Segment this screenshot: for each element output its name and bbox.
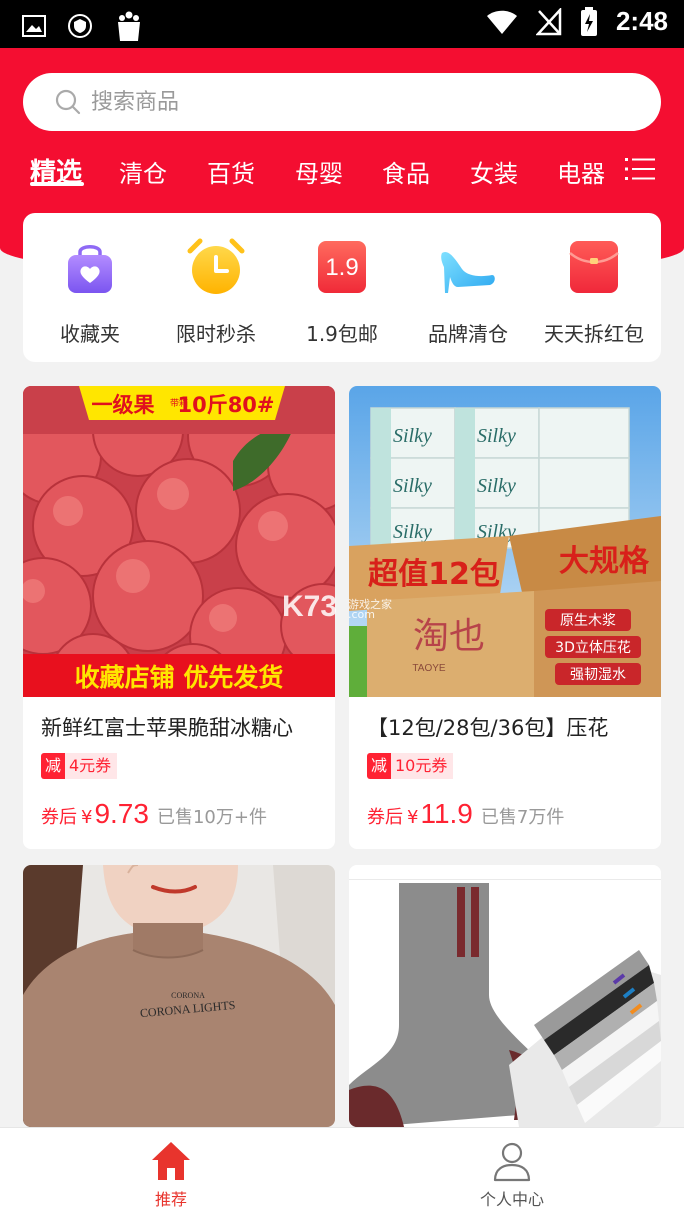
tissue-brand-text: Silky	[393, 475, 432, 497]
menu-icon[interactable]	[625, 156, 655, 182]
nav-recommend[interactable]: 推荐	[111, 1128, 231, 1216]
tissue-feature: 3D立体压花	[555, 640, 631, 656]
price-label: 券后	[41, 807, 77, 828]
bottom-nav: 推荐 个人中心	[0, 1127, 684, 1216]
nav-label: 个人中心	[479, 1190, 544, 1209]
tissue-box-subtext: TAOYE	[412, 663, 445, 674]
coupon-prefix: 减	[41, 753, 65, 779]
category-tabs: 精选 清仓 百货 母婴 食品 女装 电器	[0, 148, 684, 192]
status-bar: 2:48	[0, 0, 684, 48]
coupon-amount: 10元券	[391, 753, 454, 779]
status-time: 2:48	[615, 6, 668, 36]
home-icon	[152, 1142, 190, 1180]
product-image-apples: 一级果 带箱 10斤80# 收藏店铺 优先发货	[23, 386, 335, 697]
shortcut-panel: 收藏夹 限时秒杀 1.9 1.9包邮 品牌清仓 天天拆红包	[23, 213, 661, 362]
price-label: 券后	[367, 807, 403, 828]
shortcut-label: 限时秒杀	[176, 322, 256, 346]
shortcut-red-envelope[interactable]: 天天拆红包	[531, 213, 657, 362]
currency-symbol: ¥	[407, 807, 419, 828]
product-image-tissues: Silky Silky Silky Silky Silky Silky 超值12…	[349, 386, 661, 697]
tab-nvzhuang[interactable]: 女装	[470, 154, 518, 189]
sold-count: 已售7万件	[480, 807, 565, 828]
product-card[interactable]	[349, 865, 661, 1127]
sold-count: 已售10万+件	[156, 807, 267, 828]
tissue-box-text: 淘也	[413, 616, 485, 657]
active-tab-indicator	[30, 182, 84, 186]
coupon-badge: 减 4元券	[41, 753, 118, 779]
tissue-brand-text: Silky	[393, 521, 432, 543]
tab-shipin[interactable]: 食品	[382, 154, 430, 189]
watermark: K73 游戏之家 .com	[282, 590, 392, 624]
shortcut-label: 天天拆红包	[544, 322, 644, 346]
watermark-text: K73	[282, 590, 338, 623]
shortcut-free-shipping[interactable]: 1.9 1.9包邮	[279, 213, 405, 362]
search-input[interactable]	[91, 73, 631, 131]
tissue-left-text: 超值12包	[368, 557, 500, 592]
tissue-feature: 原生木浆	[560, 613, 616, 629]
alarm-clock-icon	[187, 238, 245, 294]
high-heel-icon	[441, 251, 495, 293]
price-value: 9.73	[94, 798, 149, 829]
tab-muying[interactable]: 母婴	[295, 154, 343, 189]
tissue-feature: 强韧湿水	[570, 667, 626, 683]
search-icon	[55, 89, 81, 115]
shortcut-flash-sale[interactable]: 限时秒杀	[153, 213, 279, 362]
shortcut-label: 1.9包邮	[306, 322, 378, 346]
product-title: 【12包/28包/36包】压花	[367, 716, 609, 740]
shortcut-favorites[interactable]: 收藏夹	[27, 213, 153, 362]
tissue-brand-text: Silky	[477, 475, 516, 497]
nav-label: 推荐	[154, 1190, 187, 1209]
tissue-right-text: 大规格	[559, 544, 650, 579]
price-tag-icon: 1.9	[318, 241, 366, 293]
battery-charging-icon	[580, 6, 597, 36]
apple-banner-right: 10斤80#	[177, 393, 274, 417]
nav-profile[interactable]: 个人中心	[452, 1128, 572, 1216]
price-row: 券后 ¥ 9.73 已售10万+件	[41, 798, 267, 832]
tissue-brand-text: Silky	[477, 425, 516, 447]
coupon-badge: 减 10元券	[367, 753, 454, 779]
apple-banner-top: 一级果	[92, 393, 155, 417]
shortcut-label: 品牌清仓	[428, 322, 508, 346]
wifi-icon	[486, 10, 517, 34]
tab-baihuo[interactable]: 百货	[207, 154, 255, 189]
search-bar[interactable]	[23, 73, 661, 131]
price-row: 券后 ¥ 11.9 已售7万件	[367, 798, 564, 832]
no-signal-icon	[535, 7, 562, 35]
shortcut-label: 收藏夹	[60, 322, 120, 346]
shield-notification-icon	[68, 14, 92, 38]
user-icon	[493, 1142, 531, 1182]
price-tag-badge: 1.9	[325, 254, 358, 281]
favorites-bag-icon	[68, 245, 112, 293]
shortcut-brand-clearance[interactable]: 品牌清仓	[405, 213, 531, 362]
red-envelope-icon	[569, 241, 619, 293]
gallery-notification-icon	[22, 15, 46, 37]
shirt-text-1: CORONA	[171, 991, 205, 1000]
product-card[interactable]: Silky Silky Silky Silky Silky Silky 超值12…	[349, 386, 661, 849]
product-title: 新鲜红富士苹果脆甜冰糖心	[41, 716, 293, 740]
product-image-socks	[349, 865, 661, 1127]
apple-banner-bottom: 收藏店铺 优先发货	[75, 663, 284, 692]
tissue-brand-text: Silky	[393, 425, 432, 447]
currency-symbol: ¥	[81, 807, 93, 828]
tab-dianqi[interactable]: 电器	[557, 154, 605, 189]
watermark-domain: .com	[348, 608, 375, 621]
coupon-prefix: 减	[367, 753, 391, 779]
shopping-bag-notification-icon	[118, 11, 140, 41]
coupon-amount: 4元券	[65, 753, 118, 779]
price-value: 11.9	[420, 798, 473, 829]
product-card[interactable]: CORONA CORONA LIGHTS	[23, 865, 335, 1127]
product-image-sweater: CORONA CORONA LIGHTS	[23, 865, 335, 1127]
tab-qingcang[interactable]: 清仓	[119, 154, 167, 189]
